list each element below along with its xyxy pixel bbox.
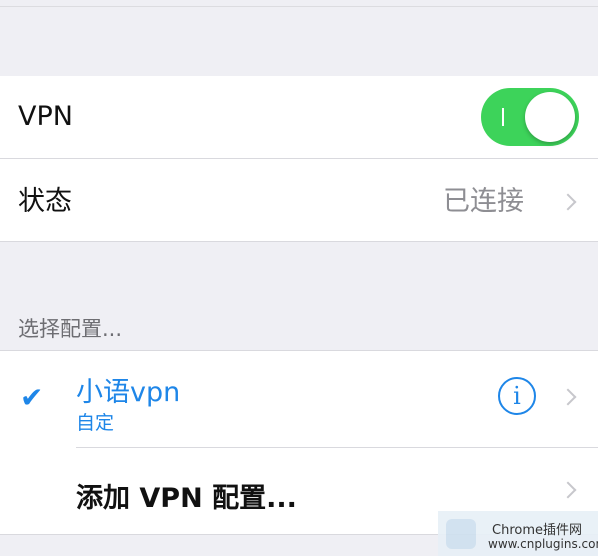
- toggle-knob: [525, 92, 575, 142]
- watermark-line1: Chrome插件网: [492, 523, 582, 538]
- config-subtitle: 自定: [76, 412, 115, 434]
- vpn-label: VPN: [18, 101, 73, 132]
- status-label: 状态: [18, 186, 72, 217]
- toggle-on-indicator: [502, 108, 504, 126]
- watermark: Chrome插件网 www.cnplugins.com: [438, 511, 598, 556]
- select-config-header: 选择配置...: [18, 317, 123, 341]
- config-name: 小语vpn: [76, 377, 181, 408]
- vpn-toggle[interactable]: [481, 88, 579, 146]
- watermark-line2: www.cnplugins.com: [488, 537, 598, 551]
- top-separator: [0, 6, 598, 7]
- info-icon[interactable]: i: [498, 377, 536, 415]
- status-row-separator: [0, 241, 598, 242]
- add-vpn-config-label: 添加 VPN 配置...: [76, 483, 297, 514]
- checkmark-icon: ✔: [20, 381, 44, 414]
- status-value: 已连接: [443, 186, 524, 217]
- watermark-logo-icon: [446, 519, 476, 549]
